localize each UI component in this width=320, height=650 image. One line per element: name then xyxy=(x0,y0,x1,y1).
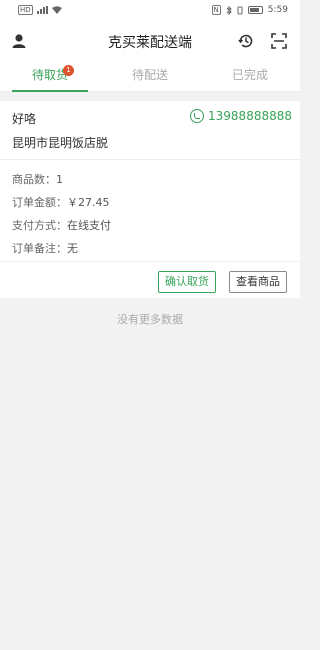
tab-label: 待配送 xyxy=(131,68,168,82)
bluetooth-icon xyxy=(226,5,232,15)
history-icon[interactable] xyxy=(237,32,255,50)
scan-icon[interactable] xyxy=(270,32,288,50)
remark-row: 订单备注：无 xyxy=(12,240,78,256)
divider xyxy=(0,261,300,262)
payment-row: 支付方式：在线支付 xyxy=(12,217,111,233)
order-tabs: 待取货 1 待配送 已完成 xyxy=(0,60,300,92)
phone-number: 13988888888 xyxy=(208,109,292,123)
vibrate-icon xyxy=(237,6,243,14)
tab-completed[interactable]: 已完成 xyxy=(200,60,300,91)
amount-label: 订单金额： xyxy=(12,196,67,209)
view-items-button[interactable]: 查看商品 xyxy=(229,271,287,293)
phone-icon xyxy=(190,109,205,123)
divider xyxy=(0,159,300,160)
app-header: 克买莱配送端 xyxy=(0,22,300,60)
battery-icon xyxy=(247,6,263,14)
nfc-icon: N xyxy=(211,5,221,15)
wifi-icon xyxy=(51,6,62,14)
confirm-pickup-button[interactable]: 确认取货 xyxy=(158,271,216,293)
page-title: 克买莱配送端 xyxy=(108,35,192,51)
sim-icon: HD xyxy=(18,5,33,15)
tab-badge: 1 xyxy=(63,65,74,76)
remark-label: 订单备注： xyxy=(12,242,67,255)
payment-label: 支付方式： xyxy=(12,219,67,232)
payment-value: 在线支付 xyxy=(67,219,111,232)
status-bar-left: HD xyxy=(18,5,62,15)
order-card: 好咯 13988888888 昆明市昆明饭店脱 商品数：1 订单金额：￥27.4… xyxy=(0,101,300,298)
amount-value: ￥27.45 xyxy=(67,196,110,209)
item-count-row: 商品数：1 xyxy=(12,171,63,187)
tab-pending-delivery[interactable]: 待配送 xyxy=(100,60,200,91)
tab-pending-pickup[interactable]: 待取货 1 xyxy=(0,60,100,92)
status-time: 5:59 xyxy=(267,5,288,15)
phone-link[interactable]: 13988888888 xyxy=(190,109,292,123)
delivery-address: 昆明市昆明饭店脱 xyxy=(12,136,109,150)
item-count-value: 1 xyxy=(56,173,63,186)
status-bar-right: N 5:59 xyxy=(211,5,288,15)
status-bar: HD N 5:59 xyxy=(0,0,300,22)
amount-row: 订单金额：￥27.45 xyxy=(12,194,110,210)
tab-label: 已完成 xyxy=(231,68,268,82)
signal-icon xyxy=(36,6,48,14)
no-more-data-text: 没有更多数据 xyxy=(117,313,183,326)
remark-value: 无 xyxy=(67,242,78,255)
customer-name: 好咯 xyxy=(12,112,37,126)
item-count-label: 商品数： xyxy=(12,173,56,186)
